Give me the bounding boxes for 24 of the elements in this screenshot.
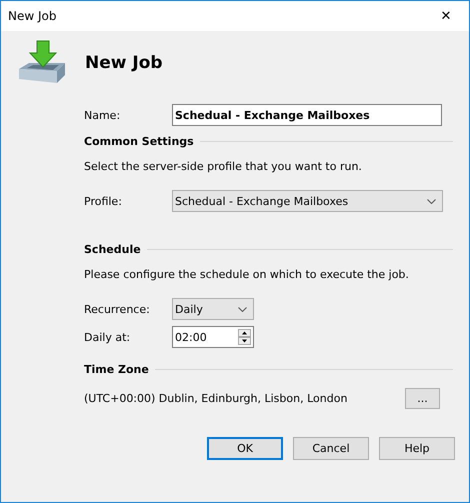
caret-icon — [238, 306, 247, 312]
timezone-text: (UTC+00:00) Dublin, Edinburgh, Lisbon, London — [84, 392, 348, 405]
field-label: Name: — [84, 108, 122, 122]
window-title: New Job — [8, 9, 56, 23]
spinner-arrows-icon — [238, 329, 251, 345]
time-spinner[interactable]: 02:00 — [172, 326, 254, 348]
browse-button[interactable]: ... — [405, 388, 440, 409]
name-field[interactable]: Schedual - Exchange Mailboxes — [172, 104, 442, 126]
dialog-button[interactable]: OK — [207, 437, 283, 460]
dialog-heading: New Job — [85, 53, 163, 73]
caret-icon — [427, 198, 436, 204]
section-heading: Schedule — [84, 242, 141, 256]
dialog-button[interactable]: Help — [379, 437, 455, 460]
close-button[interactable]: ✕ — [423, 8, 469, 24]
dialog-button[interactable]: Cancel — [293, 437, 369, 460]
section-heading: Time Zone — [84, 362, 149, 376]
dropdown[interactable]: Daily — [172, 298, 254, 320]
dropdown[interactable]: Schedual - Exchange Mailboxes — [172, 190, 443, 212]
field-label: Daily at: — [84, 330, 132, 344]
section-heading: Common Settings — [84, 134, 194, 148]
field-label: Recurrence: — [84, 302, 151, 316]
field-label: Profile: — [84, 194, 123, 208]
section-description: Select the server-side profile that you want to run. — [84, 160, 363, 175]
section-description: Please configure the schedule on which to execute the job. — [84, 268, 410, 283]
